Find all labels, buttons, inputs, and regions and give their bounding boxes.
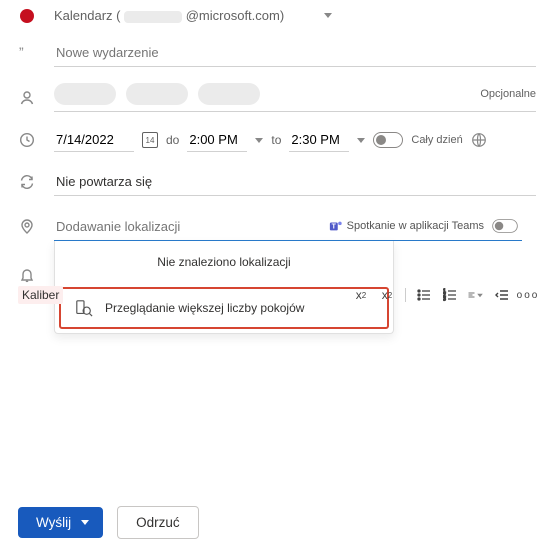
svg-text:3: 3 (443, 297, 446, 303)
location-icon (18, 219, 36, 235)
calendar-email-redacted (124, 11, 182, 23)
to-label: to (271, 133, 281, 147)
end-time-input[interactable] (289, 128, 349, 152)
superscript-icon[interactable]: x2 (353, 287, 369, 303)
no-locations-message: Nie znaleziono lokalizacji (55, 241, 393, 283)
chevron-down-icon (324, 13, 332, 18)
teams-meeting-toggle-label: T Spotkanie w aplikacji Teams (329, 218, 520, 234)
attendee-pill[interactable] (126, 83, 188, 105)
calendar-picker[interactable]: Kalendarz ( @microsoft.com) (54, 8, 536, 23)
svg-text:T: T (331, 224, 336, 231)
discard-label: Odrzuć (136, 515, 180, 530)
chevron-down-icon[interactable] (357, 138, 365, 143)
allday-label: Cały dzień (411, 134, 462, 146)
chevron-down-icon[interactable] (255, 138, 263, 143)
discard-button[interactable]: Odrzuć (117, 506, 199, 539)
bulleted-list-icon[interactable] (416, 287, 432, 303)
start-time-input[interactable] (187, 128, 247, 152)
calendar-color-dot (20, 9, 34, 23)
calendar-email-suffix: @microsoft.com) (186, 8, 284, 23)
location-input[interactable] (56, 219, 329, 234)
attendee-pill[interactable] (198, 83, 260, 105)
outdent-icon[interactable] (494, 287, 510, 303)
svg-text:”: ” (19, 45, 24, 60)
calendar-label: Kalendarz ( (54, 8, 120, 23)
quote-icon: ” (18, 45, 36, 61)
chevron-down-icon (477, 293, 483, 297)
date-picker-icon[interactable]: 14 (142, 132, 158, 148)
font-family-label[interactable]: Kaliber (18, 286, 63, 304)
date-input[interactable] (54, 128, 134, 152)
teams-icon: T (329, 219, 343, 233)
bell-icon (18, 267, 36, 283)
allday-toggle[interactable] (373, 132, 403, 148)
optional-attendees-link[interactable]: Opcjonalne (480, 88, 536, 100)
separator (405, 288, 406, 302)
more-options-icon[interactable]: ooo (520, 287, 536, 303)
subscript-icon[interactable]: x2 (379, 287, 395, 303)
timezone-icon[interactable] (471, 132, 487, 148)
attendee-pill[interactable] (54, 83, 116, 105)
event-title-input[interactable] (54, 39, 536, 67)
send-label: Wyślij (36, 515, 71, 530)
teams-toggle[interactable] (492, 219, 518, 233)
recurrence-input[interactable] (54, 168, 536, 196)
person-icon (18, 90, 36, 106)
chevron-down-icon (81, 520, 89, 525)
do-label: do (166, 133, 179, 147)
repeat-icon (18, 174, 36, 190)
send-button[interactable]: Wyślij (18, 507, 103, 538)
numbered-list-icon[interactable]: 123 (442, 287, 458, 303)
clock-icon (18, 132, 36, 148)
align-icon[interactable] (468, 287, 484, 303)
